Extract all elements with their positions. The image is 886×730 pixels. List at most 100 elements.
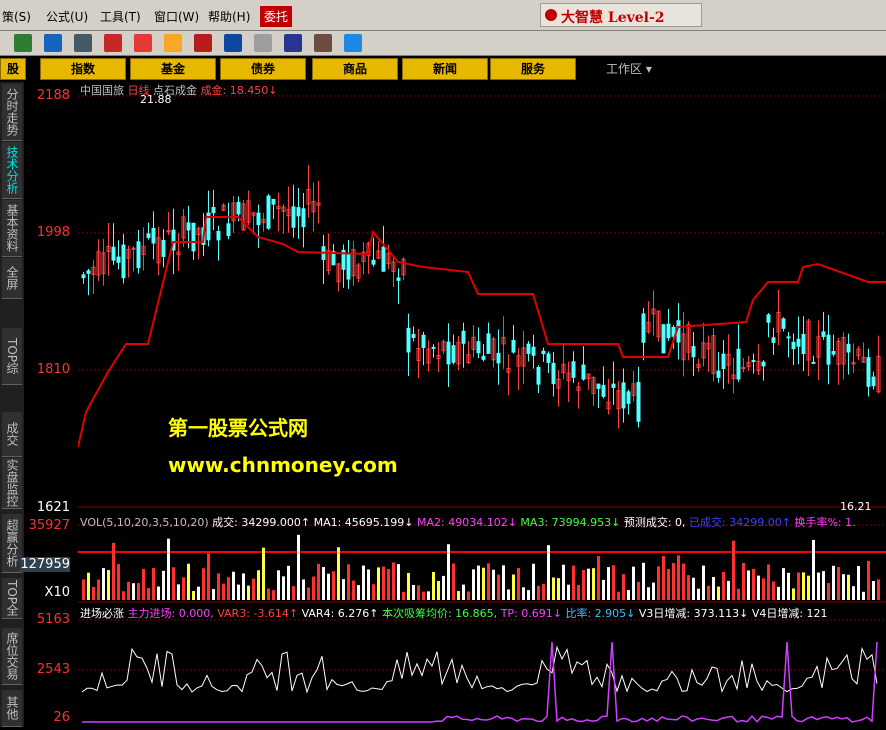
volume-bar: [347, 564, 350, 600]
volume-bar: [427, 591, 430, 600]
candle-body: [596, 383, 601, 389]
sidebar-tab-seat-trading[interactable]: 席位交易: [2, 628, 22, 685]
sidebar-tab-top-comprehensive[interactable]: TOP综: [2, 328, 22, 385]
volume-bar: [527, 590, 530, 600]
vol-tick-label: 127959: [20, 557, 70, 572]
candle-body: [866, 357, 871, 387]
diamond-icon[interactable]: [164, 34, 182, 52]
sidebar-tab-other[interactable]: 其他: [2, 690, 22, 727]
sidebar-tab-top-all[interactable]: TOP全: [2, 578, 22, 619]
bars-icon[interactable]: [44, 34, 62, 52]
nav-news[interactable]: 新闻: [402, 58, 488, 80]
candles: [81, 165, 881, 429]
indicator-value: 成金: 18.450↓: [200, 84, 278, 97]
candle-body: [761, 361, 766, 367]
volume-bar: [162, 570, 165, 600]
candle-body: [531, 346, 536, 356]
candle-body: [716, 370, 721, 378]
volume-bar: [267, 588, 270, 600]
volume-bar: [532, 563, 535, 600]
nav-index[interactable]: 指数: [40, 58, 126, 80]
volume-bar: [467, 591, 470, 600]
sidebar-tab-technical[interactable]: 技术分析: [2, 142, 22, 199]
alarm-icon[interactable]: [104, 34, 122, 52]
volume-bar: [607, 567, 610, 600]
volume-bar: [137, 583, 140, 600]
candle-body: [766, 314, 771, 323]
candle-body: [116, 256, 121, 263]
volume-bar: [782, 568, 785, 600]
volume-bar: [207, 553, 210, 600]
sidebar-tab-trades[interactable]: 成交: [2, 412, 22, 457]
candle-body: [451, 345, 456, 363]
nav-stock[interactable]: 股: [0, 58, 26, 80]
volume-bar: [657, 566, 660, 600]
volume-bar: [297, 534, 300, 600]
sidebar-tab-super-analysis[interactable]: 超赢分析: [2, 514, 22, 573]
candle-body: [666, 323, 671, 339]
candle-body: [831, 351, 836, 355]
volume-bar: [387, 568, 390, 600]
volume-bar: [827, 582, 830, 600]
y-tick-label: 2188: [36, 88, 70, 103]
volume-bar: [317, 563, 320, 600]
red-circle-icon[interactable]: [194, 34, 212, 52]
menu-item-strategy[interactable]: 策(S): [2, 8, 31, 25]
chart-icon[interactable]: [14, 34, 32, 52]
blue-circle-icon[interactable]: [224, 34, 242, 52]
volume-bar: [817, 572, 820, 600]
volume-bar: [627, 589, 630, 600]
help-cursor-icon[interactable]: [344, 34, 362, 52]
vol-tick-label: X10: [44, 585, 70, 600]
menu-item-tools[interactable]: 工具(T): [100, 8, 141, 25]
volume-bar: [127, 581, 130, 600]
books-icon[interactable]: [314, 34, 332, 52]
volume-bar: [862, 591, 865, 600]
volume-bar: [112, 542, 115, 600]
volume-bar: [122, 591, 125, 600]
volume-bar: [582, 570, 585, 600]
candle-body: [791, 341, 796, 350]
candle-body: [736, 348, 741, 380]
chart-area[interactable]: 中国国旅 日线 点石成金 成金: 18.450↓ 21.88 16.21 VOL…: [77, 82, 886, 727]
candle-body: [826, 334, 831, 365]
volume-bar: [337, 547, 340, 600]
volume-bar: [247, 585, 250, 600]
nav-bond[interactable]: 债券: [220, 58, 306, 80]
nav-service[interactable]: 服务: [490, 58, 576, 80]
candle-body: [266, 195, 271, 229]
candle-body: [151, 227, 156, 244]
sidebar-tab-fullscreen[interactable]: 全屏: [2, 258, 22, 299]
volume-bar: [812, 539, 815, 600]
volume-bar: [362, 565, 365, 600]
volume-bar: [732, 540, 735, 600]
candle-body: [611, 383, 616, 389]
nav-bar: 股 指数 基金 债券 商品 新闻 服务 工作区 ▾: [0, 56, 886, 80]
sidebar: 分时走势 技术分析 基本资料 全屏 TOP综 成交 实盘监控 超赢分析 TOP全…: [0, 82, 24, 727]
menu-item-help[interactable]: 帮助(H): [208, 8, 250, 25]
menu-item-trade[interactable]: 委托: [260, 6, 293, 27]
nav-commodity[interactable]: 商品: [312, 58, 398, 80]
print-icon[interactable]: [254, 34, 272, 52]
candle-body: [256, 212, 261, 226]
binoculars-icon[interactable]: [74, 34, 92, 52]
volume-bar: [152, 568, 155, 600]
volume-bar: [312, 576, 315, 600]
workarea-dropdown[interactable]: 工作区 ▾: [606, 60, 652, 77]
volume-bar: [232, 571, 235, 600]
volume-bar: [752, 568, 755, 600]
volume-bar: [332, 571, 335, 600]
menu-item-window[interactable]: 窗口(W): [154, 8, 199, 25]
volume-bar: [327, 573, 330, 600]
volume-bar: [787, 572, 790, 600]
sidebar-tab-intraday[interactable]: 分时走势: [2, 84, 22, 141]
nav-fund[interactable]: 基金: [130, 58, 216, 80]
sidebar-tab-fundamentals[interactable]: 基本资料: [2, 200, 22, 257]
sidebar-tab-live-monitor[interactable]: 实盘监控: [2, 458, 22, 509]
volume-bar: [722, 572, 725, 600]
flag-icon[interactable]: [134, 34, 152, 52]
menu-item-formula[interactable]: 公式(U): [46, 8, 88, 25]
candle-body: [371, 259, 376, 265]
volume-bar: [187, 563, 190, 600]
window-icon[interactable]: [284, 34, 302, 52]
